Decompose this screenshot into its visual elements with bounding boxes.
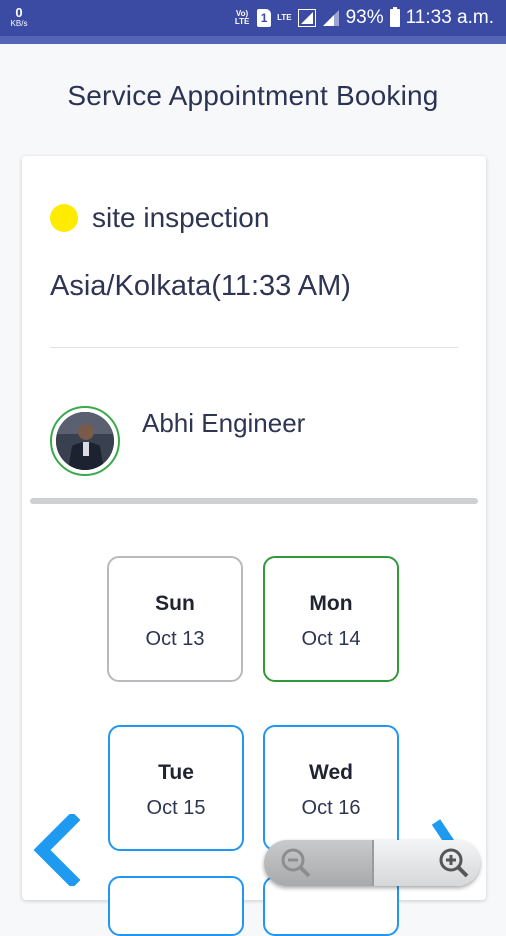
network-speed: 0 KB/s [6, 6, 32, 28]
timezone-label: Asia/Kolkata(11:33 AM) [50, 270, 351, 302]
day-weekday: Mon [309, 592, 353, 615]
network-speed-unit: KB/s [10, 19, 28, 28]
signal-icon [297, 9, 316, 27]
page-title: Service Appointment Booking [67, 80, 439, 111]
day-date: Oct 13 [145, 628, 205, 650]
day-weekday: Tue [158, 761, 194, 784]
sim-icon: 1 [257, 9, 272, 27]
divider [50, 347, 458, 348]
volte-icon: Vo) LTE [234, 9, 250, 26]
avatar-photo [56, 412, 114, 470]
chevron-left-icon[interactable] [30, 814, 80, 886]
section-divider [30, 498, 478, 504]
zoom-separator [372, 840, 374, 886]
engineer-avatar[interactable] [50, 406, 120, 476]
service-name: site inspection [92, 202, 270, 233]
day-weekday: Wed [309, 761, 353, 784]
day-weekday: Sun [155, 592, 195, 615]
day-tile-tue[interactable]: Tue Oct 15 [108, 725, 244, 851]
network-speed-value: 0 [15, 5, 23, 20]
battery-icon [389, 7, 400, 27]
booking-card: site inspection Asia/Kolkata(11:33 AM) A… [22, 156, 486, 936]
day-date: Oct 14 [301, 628, 361, 650]
zoom-in-icon[interactable] [436, 845, 472, 881]
engineer-name: Abhi Engineer [142, 408, 306, 438]
zoom-out-icon[interactable] [278, 845, 314, 881]
zoom-control [264, 840, 480, 886]
header-accent-bar [0, 36, 506, 44]
service-row: site inspection [50, 202, 269, 234]
day-date: Oct 16 [301, 797, 361, 819]
signal-strength-icon [322, 10, 339, 26]
lte-icon: LTE [277, 13, 292, 22]
day-tile-mon[interactable]: Mon Oct 14 [263, 556, 399, 682]
service-color-dot [50, 204, 78, 232]
day-date: Oct 15 [146, 797, 206, 819]
day-tile-partial-1[interactable] [108, 876, 244, 936]
battery-percent: 93% [345, 7, 384, 28]
day-tile-wed[interactable]: Wed Oct 16 [263, 725, 399, 851]
clock: 11:33 a.m. [405, 7, 494, 28]
day-tile-sun[interactable]: Sun Oct 13 [107, 556, 243, 682]
status-bar: 0 KB/s Vo) LTE 1 LTE 93% 11:33 a.m. [0, 0, 506, 36]
